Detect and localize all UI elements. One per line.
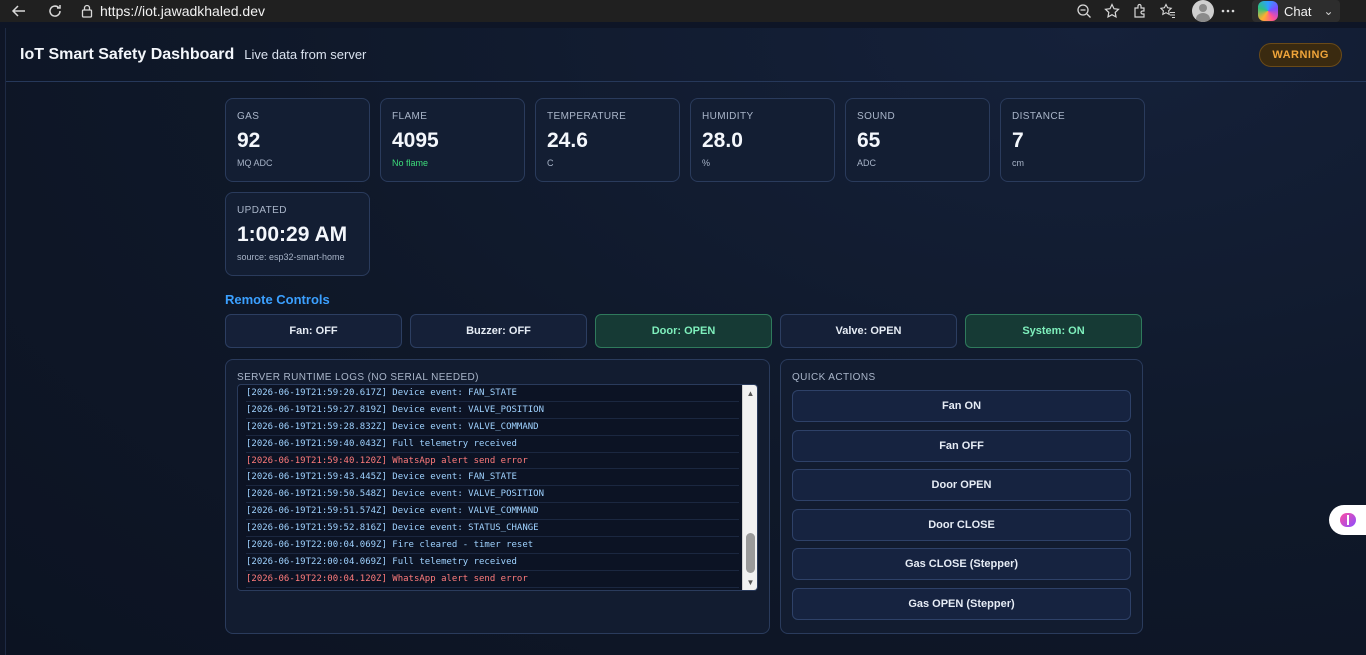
reload-icon[interactable] — [44, 0, 66, 22]
log-line: [2026-06-19T21:59:40.043Z] Full telemetr… — [246, 436, 739, 453]
metric-unit: % — [702, 158, 711, 168]
chat-label: Chat — [1284, 3, 1312, 19]
logs-title: SERVER RUNTIME LOGS (NO SERIAL NEEDED) — [237, 372, 479, 383]
log-line-error: [2026-06-19T21:59:40.120Z] WhatsApp aler… — [246, 453, 739, 470]
scroll-thumb[interactable] — [746, 533, 755, 573]
metric-unit: C — [547, 158, 554, 168]
zoom-icon[interactable] — [1070, 0, 1098, 22]
door-toggle-button[interactable]: Door: OPEN — [595, 314, 772, 348]
metric-value: 4095 — [392, 129, 439, 152]
log-line: [2026-06-19T21:59:20.617Z] Device event:… — [246, 385, 739, 402]
log-line: [2026-06-19T21:59:27.819Z] Device event:… — [246, 402, 739, 419]
chevron-down-icon[interactable]: ⌄ — [1323, 4, 1333, 18]
metric-card-updated: UPDATED 1:00:29 AM source: esp32-smart-h… — [225, 192, 370, 276]
scroll-up-arrow-icon[interactable]: ▲ — [743, 386, 757, 400]
metric-label: UPDATED — [237, 205, 287, 216]
gas-open-button[interactable]: Gas OPEN (Stepper) — [792, 587, 1131, 620]
server-logs-panel: SERVER RUNTIME LOGS (NO SERIAL NEEDED) [… — [225, 359, 770, 634]
metric-label: SOUND — [857, 111, 896, 122]
log-line: [2026-06-19T21:59:28.832Z] Device event:… — [246, 419, 739, 436]
log-line: [2026-06-19T22:00:04.069Z] Fire cleared … — [246, 537, 739, 554]
lock-icon[interactable] — [76, 0, 98, 22]
fan-on-button[interactable]: Fan ON — [792, 390, 1131, 422]
metric-value: 7 — [1012, 129, 1024, 152]
log-line: [2026-06-19T21:59:50.548Z] Device event:… — [246, 486, 739, 504]
log-line: [2026-06-19T22:00:04.069Z] Full telemetr… — [246, 554, 739, 571]
valve-toggle-button[interactable]: Valve: OPEN — [780, 314, 957, 348]
metric-card-temperature: TEMPERATURE 24.6 C — [535, 98, 680, 182]
address-bar[interactable]: https://iot.jawadkhaled.dev — [76, 0, 1126, 22]
log-line: [2026-06-19T21:59:43.445Z] Device event:… — [246, 469, 739, 487]
metric-value: 24.6 — [547, 129, 588, 152]
app-header: IoT Smart Safety Dashboard Live data fro… — [6, 28, 1366, 82]
log-line-error: [2026-06-19T22:00:04.120Z] WhatsApp aler… — [246, 571, 739, 588]
app-title: IoT Smart Safety Dashboard — [20, 45, 235, 63]
metric-value: 92 — [237, 129, 261, 152]
door-open-button[interactable]: Door OPEN — [792, 469, 1131, 502]
status-badge: WARNING — [1259, 42, 1342, 67]
metric-card-distance: DISTANCE 7 cm — [1000, 98, 1145, 182]
profile-avatar[interactable] — [1192, 0, 1214, 22]
door-close-button[interactable]: Door CLOSE — [792, 508, 1131, 541]
metric-unit: MQ ADC — [237, 158, 273, 168]
main-content: GAS 92 MQ ADC FLAME 4095 No flame TEMPER… — [225, 98, 1145, 634]
metric-unit: No flame — [392, 158, 429, 168]
metric-value: 65 — [857, 129, 881, 152]
lower-section: SERVER RUNTIME LOGS (NO SERIAL NEEDED) [… — [225, 359, 1143, 634]
sidebar-assistant-button[interactable] — [1329, 505, 1366, 535]
metric-card-gas: GAS 92 MQ ADC — [225, 98, 370, 182]
extensions-icon[interactable] — [1126, 0, 1154, 22]
favorite-star-icon[interactable] — [1098, 0, 1126, 22]
dashboard-page: IoT Smart Safety Dashboard Live data fro… — [5, 28, 1366, 655]
remote-controls-title: Remote Controls — [225, 292, 330, 307]
logs-scroll-area[interactable]: [2026-06-19T21:59:20.617Z] Device event:… — [237, 384, 758, 591]
logs-scrollbar[interactable]: ▲ ▼ — [742, 385, 757, 590]
back-arrow-icon[interactable] — [8, 0, 30, 22]
metric-label: TEMPERATURE — [547, 111, 627, 122]
metric-value: 28.0 — [702, 129, 743, 152]
logs-list: [2026-06-19T21:59:20.617Z] Device event:… — [246, 385, 739, 588]
metric-unit: source: esp32-smart-home — [237, 252, 345, 262]
remote-controls: Fan: OFF Buzzer: OFF Door: OPEN Valve: O… — [225, 314, 1143, 348]
brain-icon — [1339, 513, 1356, 527]
metrics-grid: GAS 92 MQ ADC FLAME 4095 No flame TEMPER… — [225, 98, 1145, 276]
app-subtitle: Live data from server — [244, 47, 367, 62]
favorites-icon[interactable] — [1154, 0, 1182, 22]
buzzer-toggle-button[interactable]: Buzzer: OFF — [410, 314, 587, 348]
system-toggle-button[interactable]: System: ON — [965, 314, 1142, 348]
quick-actions-panel: QUICK ACTIONS Fan ON Fan OFF Door OPEN D… — [780, 359, 1143, 634]
quick-actions-list: Fan ON Fan OFF Door OPEN Door CLOSE Gas … — [792, 390, 1131, 620]
browser-toolbar: https://iot.jawadkhaled.dev Chat ⌄ — [0, 0, 1366, 22]
metric-label: FLAME — [392, 111, 428, 122]
more-menu-icon[interactable] — [1214, 0, 1242, 22]
metric-label: DISTANCE — [1012, 111, 1066, 122]
gas-close-button[interactable]: Gas CLOSE (Stepper) — [792, 548, 1131, 581]
metric-label: GAS — [237, 111, 260, 122]
metric-value: 1:00:29 AM — [237, 223, 348, 246]
quick-actions-title: QUICK ACTIONS — [792, 372, 876, 383]
log-line: [2026-06-19T21:59:52.816Z] Device event:… — [246, 520, 739, 538]
copilot-icon — [1258, 1, 1278, 21]
metric-unit: ADC — [857, 158, 877, 168]
metric-label: HUMIDITY — [702, 111, 754, 122]
fan-off-button[interactable]: Fan OFF — [792, 429, 1131, 462]
url-text[interactable]: https://iot.jawadkhaled.dev — [100, 3, 265, 19]
metric-card-flame: FLAME 4095 No flame — [380, 98, 525, 182]
fan-toggle-button[interactable]: Fan: OFF — [225, 314, 402, 348]
copilot-chat-button[interactable]: Chat ⌄ — [1252, 0, 1340, 22]
metric-unit: cm — [1012, 158, 1024, 168]
scroll-down-arrow-icon[interactable]: ▼ — [743, 575, 757, 589]
log-line: [2026-06-19T21:59:51.574Z] Device event:… — [246, 503, 739, 521]
metric-card-humidity: HUMIDITY 28.0 % — [690, 98, 835, 182]
metric-card-sound: SOUND 65 ADC — [845, 98, 990, 182]
